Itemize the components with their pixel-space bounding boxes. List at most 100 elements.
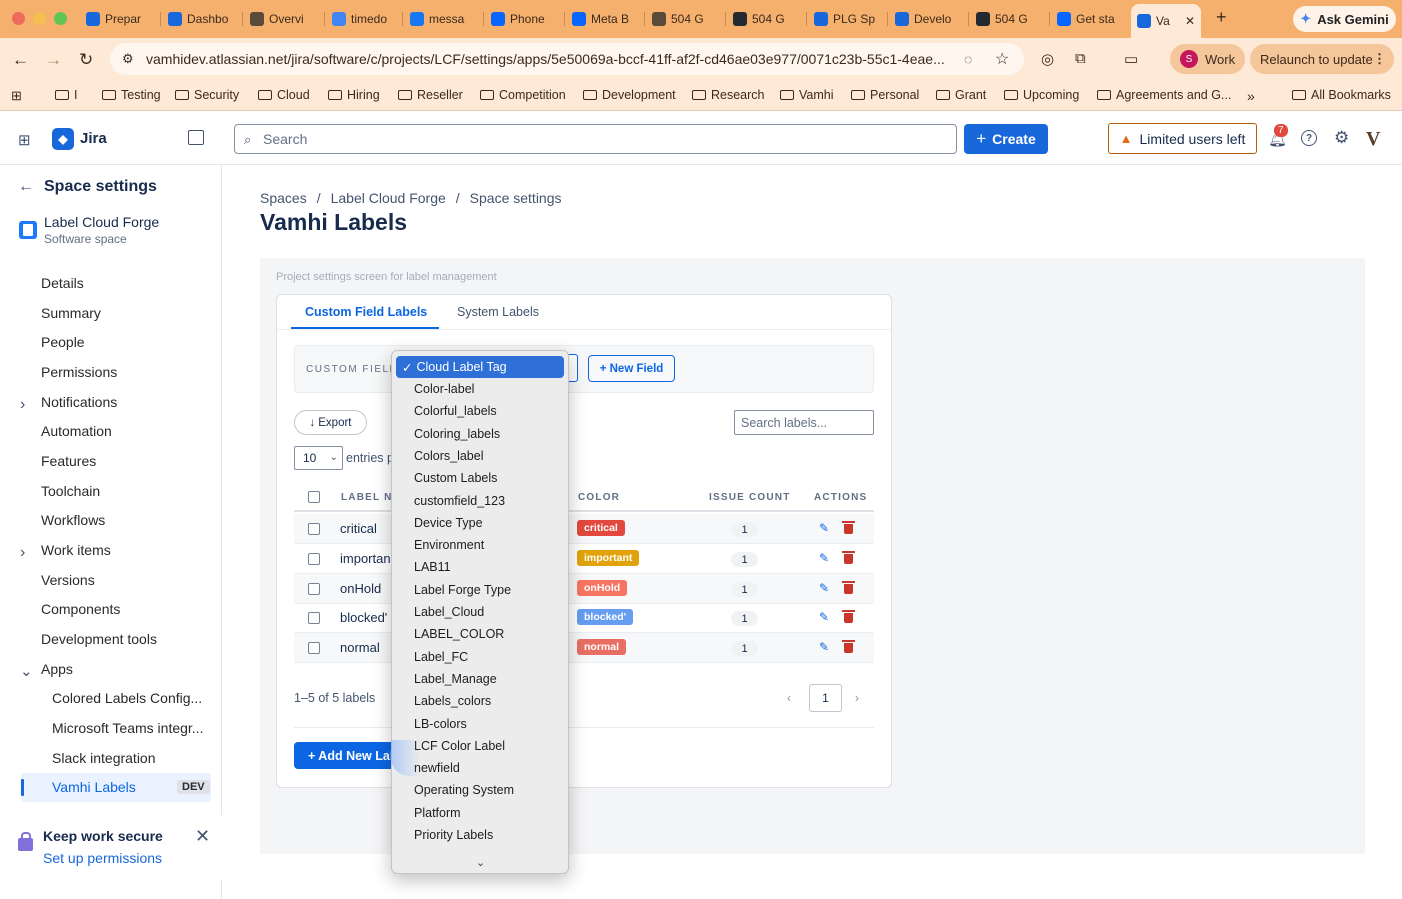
- bookmark-folder[interactable]: Reseller: [398, 88, 463, 102]
- sidebar-item-details[interactable]: Details: [41, 275, 84, 291]
- sidebar-item-colored-labels-config[interactable]: Colored Labels Config...: [52, 690, 212, 706]
- browser-tab[interactable]: Dashbo: [162, 6, 238, 32]
- dropdown-option[interactable]: Colorful_labels: [414, 404, 497, 418]
- bookmark-folder[interactable]: Competition: [480, 88, 566, 102]
- bookmark-folder[interactable]: Testing: [102, 88, 161, 102]
- dropdown-option[interactable]: Label_FC: [414, 650, 468, 664]
- profile-button[interactable]: S Work: [1170, 44, 1245, 74]
- dropdown-option[interactable]: Platform: [414, 806, 461, 820]
- delete-icon[interactable]: [842, 551, 855, 564]
- delete-icon[interactable]: [842, 640, 855, 653]
- minimize-window-button[interactable]: [33, 12, 46, 25]
- row-checkbox[interactable]: [308, 612, 320, 624]
- apps-grid-icon[interactable]: ⊞: [11, 88, 22, 104]
- close-window-button[interactable]: [12, 12, 25, 25]
- browser-tab[interactable]: PLG Sp: [808, 6, 884, 32]
- edit-icon[interactable]: ✎: [819, 521, 829, 535]
- sidebar-item-versions[interactable]: Versions: [41, 572, 95, 588]
- more-bookmarks-icon[interactable]: »: [1247, 88, 1255, 104]
- dropdown-option[interactable]: Operating System: [414, 783, 514, 797]
- scroll-down-icon[interactable]: ⌄: [476, 856, 485, 869]
- app-switcher-icon[interactable]: ⊞: [18, 131, 31, 149]
- dropdown-option[interactable]: LCF Color Label: [414, 739, 505, 753]
- sidebar-item-features[interactable]: Features: [41, 453, 96, 469]
- limited-users-button[interactable]: ▲ Limited users left: [1108, 123, 1257, 154]
- sidebar-item-slack-integration[interactable]: Slack integration: [52, 750, 212, 766]
- create-button[interactable]: + Create: [964, 124, 1048, 154]
- help-icon[interactable]: ?: [1301, 130, 1317, 146]
- breadcrumb-spaces[interactable]: Spaces: [260, 190, 307, 206]
- browser-tab[interactable]: Overvi: [244, 6, 320, 32]
- sidebar-item-people[interactable]: People: [41, 334, 85, 350]
- bookmark-folder[interactable]: Grant: [936, 88, 986, 102]
- browser-tab[interactable]: Develo: [889, 6, 965, 32]
- row-checkbox[interactable]: [308, 523, 320, 535]
- back-icon[interactable]: ←: [12, 50, 29, 70]
- browser-tab[interactable]: timedo: [326, 6, 398, 32]
- dropdown-option[interactable]: Labels_colors: [414, 694, 491, 708]
- reload-icon[interactable]: ↻: [79, 50, 93, 70]
- dropdown-option[interactable]: Label Forge Type: [414, 583, 511, 597]
- back-arrow-icon[interactable]: ←: [18, 178, 34, 196]
- browser-tab[interactable]: Phone: [485, 6, 561, 32]
- jira-logo-icon[interactable]: ◆: [52, 128, 74, 150]
- sidebar-item-permissions[interactable]: Permissions: [41, 364, 117, 380]
- dropdown-option[interactable]: Custom Labels: [414, 471, 497, 485]
- delete-icon[interactable]: [842, 581, 855, 594]
- browser-tab[interactable]: Va ✕: [1131, 4, 1201, 38]
- chevron-right-icon[interactable]: ›: [855, 691, 859, 705]
- tab-search-icon[interactable]: ▭: [1124, 50, 1138, 68]
- tab-custom-field-labels[interactable]: Custom Field Labels: [305, 305, 427, 319]
- col-color[interactable]: COLOR: [578, 492, 620, 503]
- sidebar-item-microsoft-teams-integr[interactable]: Microsoft Teams integr...: [52, 720, 212, 736]
- ask-gemini-button[interactable]: ✦ Ask Gemini: [1293, 6, 1396, 32]
- address-bar[interactable]: ⚙ vamhidev.atlassian.net/jira/software/c…: [110, 43, 1024, 75]
- more-icon[interactable]: ⋮: [1373, 51, 1386, 67]
- browser-tab[interactable]: Meta B: [566, 6, 642, 32]
- dropdown-option[interactable]: Color-label: [414, 382, 474, 396]
- eye-off-icon[interactable]: ◌: [964, 51, 972, 67]
- gear-icon[interactable]: ⚙: [1334, 128, 1349, 148]
- maximize-window-button[interactable]: [54, 12, 67, 25]
- dropdown-option[interactable]: LABEL_COLOR: [414, 627, 504, 641]
- browser-tab[interactable]: 504 G: [970, 6, 1046, 32]
- bookmark-folder[interactable]: Security: [175, 88, 239, 102]
- edit-icon[interactable]: ✎: [819, 581, 829, 595]
- user-avatar[interactable]: V: [1366, 128, 1380, 151]
- new-field-button[interactable]: + New Field: [588, 355, 675, 382]
- dropdown-option-selected[interactable]: ✓ Cloud Label Tag: [396, 356, 564, 378]
- dropdown-option[interactable]: Label_Cloud: [414, 605, 484, 619]
- chevron-right-icon[interactable]: ›: [20, 396, 25, 414]
- dropdown-option[interactable]: Label_Manage: [414, 672, 497, 686]
- row-checkbox[interactable]: [308, 553, 320, 565]
- breadcrumb-space-settings[interactable]: Space settings: [470, 190, 562, 206]
- browser-tab[interactable]: 504 G: [727, 6, 803, 32]
- close-icon[interactable]: ✕: [195, 826, 210, 847]
- browser-tab[interactable]: 504 G: [646, 6, 722, 32]
- dropdown-option[interactable]: customfield_123: [414, 494, 505, 508]
- all-bookmarks[interactable]: All Bookmarks: [1292, 88, 1391, 102]
- sidebar-item-notifications[interactable]: Notifications: [41, 394, 117, 410]
- export-button[interactable]: ↓ Export: [294, 410, 367, 435]
- sidebar-item-summary[interactable]: Summary: [41, 305, 101, 321]
- bookmark-folder[interactable]: Hiring: [328, 88, 380, 102]
- edit-icon[interactable]: ✎: [819, 640, 829, 654]
- chevron-down-icon[interactable]: ⌄: [20, 662, 33, 680]
- page-button[interactable]: 1: [809, 684, 842, 712]
- delete-icon[interactable]: [842, 521, 855, 534]
- app-name[interactable]: Jira: [80, 130, 107, 147]
- project-name[interactable]: Label Cloud Forge: [44, 214, 159, 230]
- search-labels-input[interactable]: Search labels...: [734, 410, 874, 435]
- edit-icon[interactable]: ✎: [819, 551, 829, 565]
- bookmark-folder[interactable]: Cloud: [258, 88, 310, 102]
- bookmark-folder[interactable]: Vamhi: [780, 88, 834, 102]
- relaunch-button[interactable]: Relaunch to update ⋮: [1250, 44, 1394, 74]
- select-all-checkbox[interactable]: [308, 491, 320, 503]
- dropdown-option[interactable]: LAB11: [414, 560, 451, 574]
- setup-permissions-link[interactable]: Set up permissions: [43, 850, 162, 866]
- browser-tab[interactable]: messa: [404, 6, 480, 32]
- new-tab-button[interactable]: +: [1216, 7, 1227, 28]
- tab-system-labels[interactable]: System Labels: [457, 305, 539, 319]
- delete-icon[interactable]: [842, 610, 855, 623]
- browser-tab[interactable]: Prepar: [80, 6, 156, 32]
